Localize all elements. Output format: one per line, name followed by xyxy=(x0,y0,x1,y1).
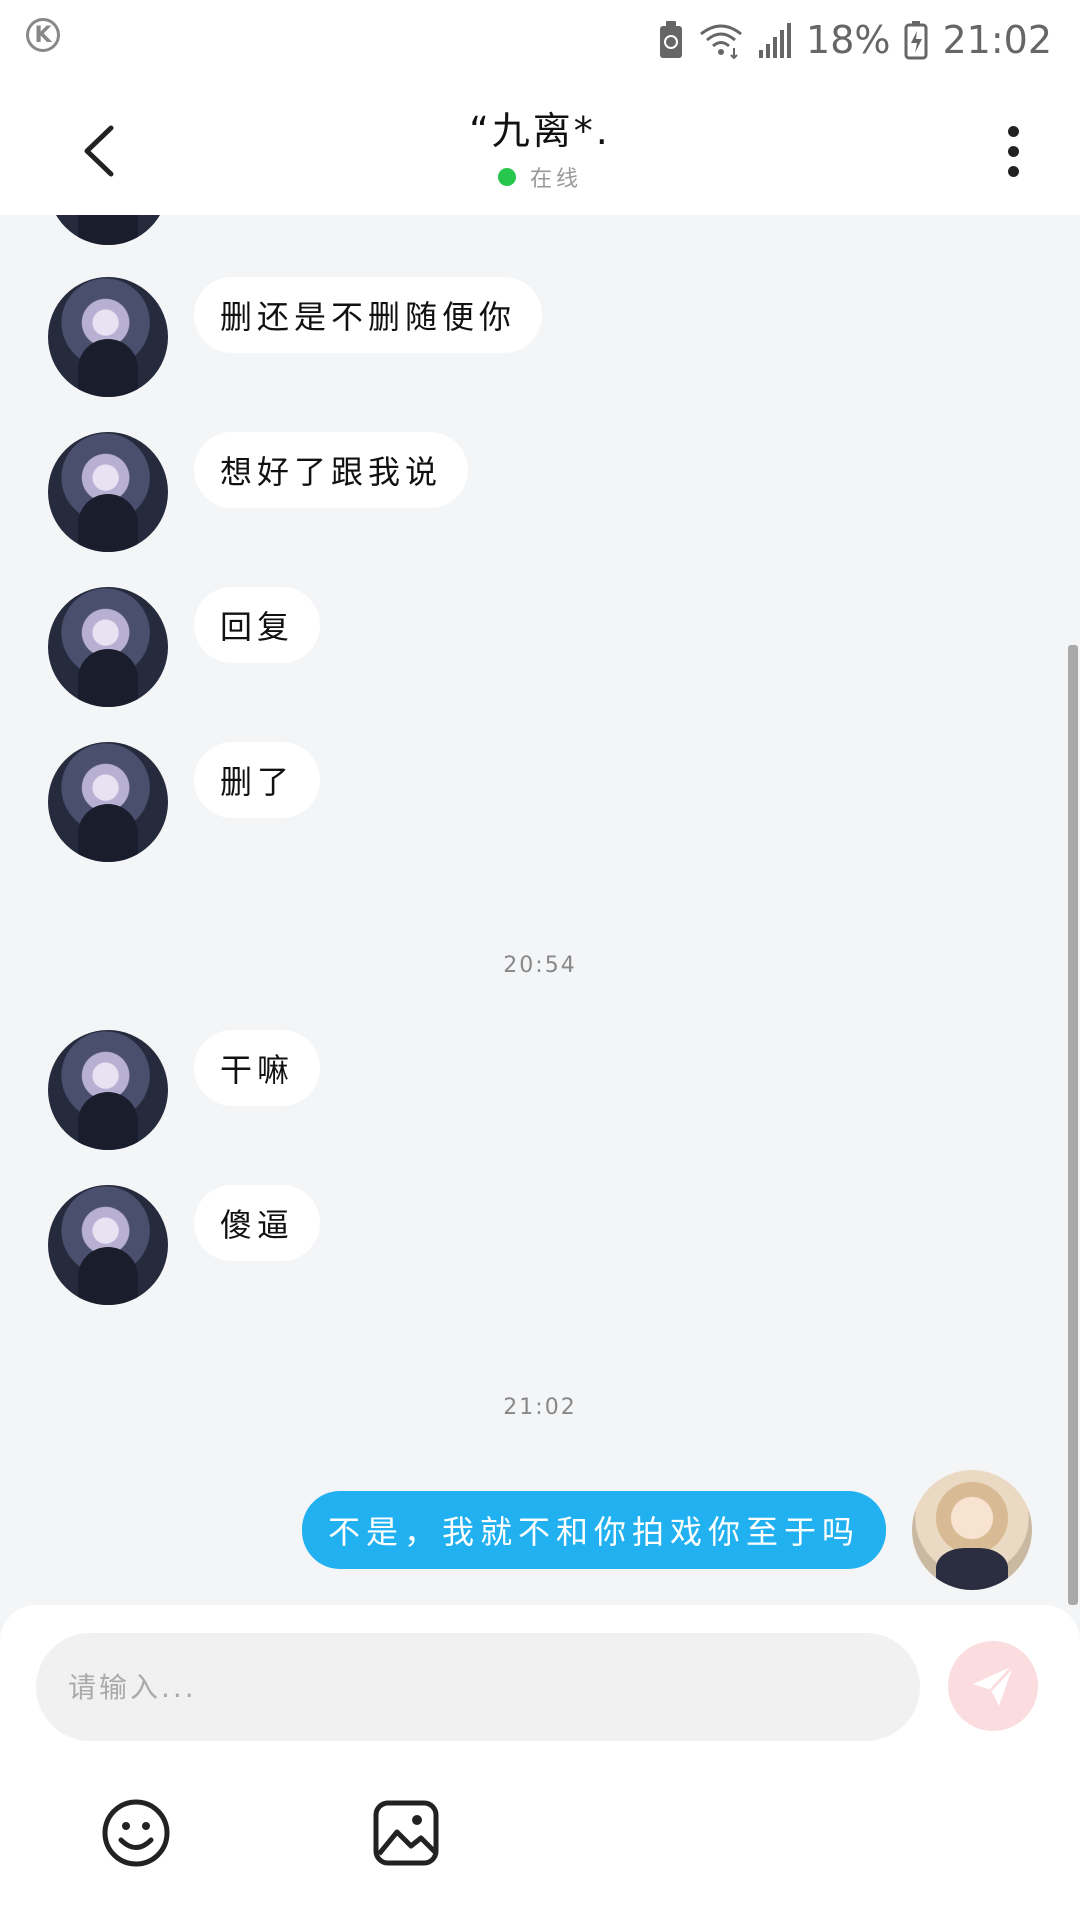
avatar[interactable] xyxy=(48,1185,168,1305)
wifi-icon xyxy=(700,24,742,60)
status-bar: K 18% 21:02 xyxy=(0,0,1080,80)
chat-messages[interactable]: 删还是不删随便你 想好了跟我说 回复 删了 20:54 干嘛 傻逼 21:02 … xyxy=(0,215,1080,1605)
scrollbar[interactable] xyxy=(1068,645,1078,1605)
avatar[interactable] xyxy=(48,587,168,707)
message-row: 回复 xyxy=(48,587,321,707)
timestamp-label: 21:02 xyxy=(503,1395,577,1420)
battery-percent: 18% xyxy=(806,18,891,62)
back-button[interactable] xyxy=(68,116,128,186)
message-bubble[interactable]: 想好了跟我说 xyxy=(194,432,469,508)
k-app-icon: K xyxy=(26,18,60,52)
more-vert-icon xyxy=(1007,125,1019,137)
chat-header: “九离*. 在线 xyxy=(0,80,1080,215)
message-input[interactable] xyxy=(36,1633,920,1741)
avatar[interactable] xyxy=(48,215,168,245)
message-row-partial xyxy=(48,215,168,245)
message-bubble[interactable]: 删了 xyxy=(194,742,321,818)
back-arrow-icon xyxy=(84,125,114,177)
message-bubble[interactable]: 干嘛 xyxy=(194,1030,321,1106)
battery-saver-icon xyxy=(660,21,683,58)
message-row: 傻逼 xyxy=(48,1185,321,1305)
message-row: 删了 xyxy=(48,742,321,862)
more-vert-dot xyxy=(1007,145,1019,157)
message-row: 删还是不删随便你 xyxy=(48,277,543,397)
avatar[interactable] xyxy=(48,432,168,552)
my-avatar[interactable] xyxy=(912,1470,1032,1590)
battery-charging-icon xyxy=(904,21,928,60)
avatar[interactable] xyxy=(48,742,168,862)
online-status-label: 在线 xyxy=(529,167,582,192)
status-time: 21:02 xyxy=(942,18,1052,62)
message-row: 想好了跟我说 xyxy=(48,432,469,552)
timestamp-label: 20:54 xyxy=(503,953,577,978)
message-row: 干嘛 xyxy=(48,1030,321,1150)
avatar[interactable] xyxy=(48,277,168,397)
emoji-icon xyxy=(102,1799,170,1867)
send-button[interactable] xyxy=(948,1641,1038,1731)
emoji-button[interactable] xyxy=(96,1793,176,1873)
online-dot-icon xyxy=(497,168,516,186)
avatar[interactable] xyxy=(48,1030,168,1150)
signal-icon xyxy=(759,23,792,58)
my-message-bubble[interactable]: 不是，我就不和你拍戏你至于吗 xyxy=(301,1491,886,1569)
image-button[interactable] xyxy=(366,1793,446,1873)
status-right: 18% 21:02 xyxy=(658,14,1052,66)
online-status: 在线 xyxy=(300,161,780,193)
more-vert-dot xyxy=(1007,165,1019,177)
composer xyxy=(0,1605,1080,1920)
title-block: “九离*. 在线 xyxy=(300,100,780,193)
contact-name: “九离*. xyxy=(469,109,611,153)
message-bubble[interactable]: 回复 xyxy=(194,587,321,663)
message-bubble[interactable]: 傻逼 xyxy=(194,1185,321,1261)
my-message-row: 不是，我就不和你拍戏你至于吗 xyxy=(301,1470,1032,1590)
send-icon xyxy=(973,1664,1015,1706)
image-icon xyxy=(373,1800,439,1866)
message-bubble[interactable]: 删还是不删随便你 xyxy=(194,277,543,353)
more-options-button[interactable] xyxy=(988,116,1038,186)
